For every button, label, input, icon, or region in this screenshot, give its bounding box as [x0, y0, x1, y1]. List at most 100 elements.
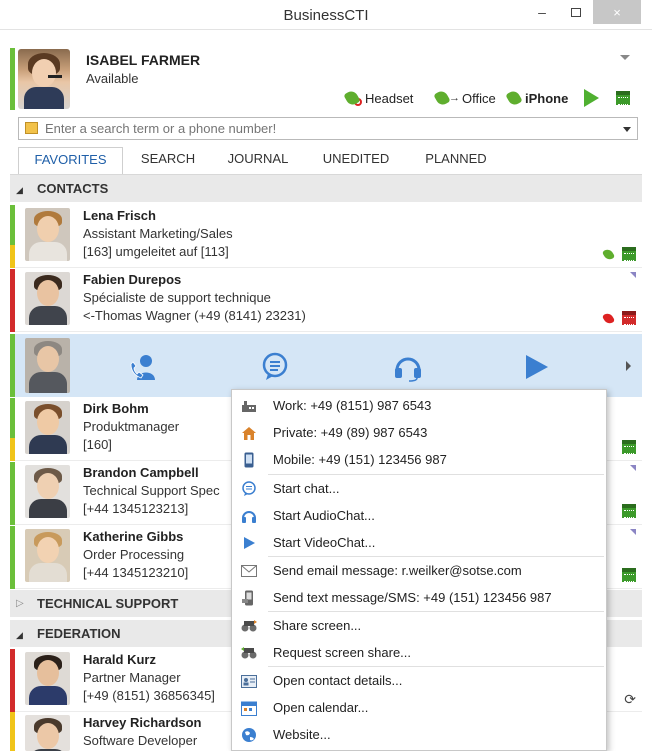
chat-button[interactable]: [260, 352, 290, 382]
avatar: [25, 208, 70, 261]
play-icon: [584, 89, 599, 107]
work-phone-icon: [241, 398, 257, 414]
menu-item-send-email[interactable]: Send email message: r.weilker@sotse.com: [232, 557, 606, 584]
contact-name: Dirk Bohm: [83, 401, 149, 416]
menu-item-label: Work: +49 (8151) 987 6543: [273, 398, 432, 413]
contact-row[interactable]: Lena Frisch Assistant Marketing/Sales [1…: [10, 205, 642, 268]
device-headset-label: Headset: [365, 90, 414, 106]
avatar: [25, 338, 70, 393]
contact-name: Lena Frisch: [83, 208, 156, 223]
audio-chat-button[interactable]: [393, 352, 423, 382]
calendar-icon: [622, 440, 636, 454]
tab-bar: FAVORITES SEARCH JOURNAL UNEDITED PLANNE…: [18, 147, 638, 174]
contact-info: <-Thomas Wagner (+49 (8141) 23231): [83, 308, 306, 323]
contact-role: Spécialiste de support technique: [83, 290, 271, 305]
tab-planned[interactable]: PLANNED: [413, 147, 499, 174]
contact-name: Harvey Richardson: [83, 715, 202, 730]
sync-icon: ⟳: [624, 691, 636, 707]
calendar-icon: [622, 504, 636, 518]
headset-icon: [241, 508, 257, 524]
menu-item-label: Start chat...: [273, 481, 340, 496]
menu-item-open-calendar[interactable]: Open calendar...: [232, 694, 606, 721]
sms-icon: [241, 590, 257, 606]
device-iphone[interactable]: iPhone: [505, 88, 568, 108]
home-icon: [241, 425, 257, 441]
more-actions-icon[interactable]: [626, 361, 631, 371]
tab-search[interactable]: SEARCH: [130, 147, 206, 174]
video-chat-button[interactable]: [520, 352, 550, 382]
contact-info: [+49 (8151) 36856345]: [83, 688, 215, 703]
expand-icon: ▷: [16, 598, 24, 609]
menu-item-send-sms[interactable]: Send text message/SMS: +49 (151) 123456 …: [232, 584, 606, 611]
calendar-icon: [622, 247, 636, 261]
corner-flag-icon: [630, 529, 636, 535]
search-dropdown-icon[interactable]: [623, 127, 631, 132]
video-button[interactable]: [584, 88, 599, 108]
contact-info: [+44 1345123210]: [83, 565, 189, 580]
close-button[interactable]: ×: [593, 0, 641, 24]
menu-item-start-chat[interactable]: Start chat...: [232, 475, 606, 502]
calendar-icon: [241, 700, 257, 716]
search-input[interactable]: [45, 120, 605, 137]
address-book-icon: [25, 122, 38, 134]
calendar-icon: [622, 568, 636, 582]
menu-item-call-mobile[interactable]: Mobile: +49 (151) 123456 987: [232, 446, 606, 473]
menu-item-open-contact-details[interactable]: Open contact details...: [232, 667, 606, 694]
request-screen-share-icon: [241, 645, 257, 661]
device-headset[interactable]: Headset: [343, 88, 414, 108]
selected-contact-actions[interactable]: [10, 334, 642, 397]
corner-flag-icon: [630, 465, 636, 471]
arrow-right-icon: →: [449, 92, 460, 104]
maximize-button[interactable]: [562, 0, 590, 24]
contact-name: Katherine Gibbs: [83, 529, 184, 544]
menu-item-label: Mobile: +49 (151) 123456 987: [273, 452, 447, 467]
play-icon: [241, 535, 257, 551]
menu-item-call-private[interactable]: Private: +49 (89) 987 6543: [232, 419, 606, 446]
menu-item-label: Request screen share...: [273, 645, 412, 660]
tab-favorites[interactable]: FAVORITES: [18, 147, 123, 174]
collapse-icon: ◢: [16, 185, 23, 195]
device-office-label: Office: [462, 90, 496, 106]
contact-info: [163] umgeleitet auf [113]: [83, 244, 229, 259]
contact-info: [160]: [83, 437, 112, 452]
search-box[interactable]: [18, 117, 638, 140]
menu-item-start-audiochat[interactable]: Start AudioChat...: [232, 502, 606, 529]
phone-icon: [505, 88, 523, 108]
phone-forward-icon: [601, 246, 616, 262]
menu-item-share-screen[interactable]: Share screen...: [232, 612, 606, 639]
contact-role: Partner Manager: [83, 670, 181, 685]
menu-item-label: Open contact details...: [273, 673, 403, 688]
calendar-icon: [616, 91, 630, 105]
contact-card-icon: [241, 673, 257, 689]
group-contacts[interactable]: ◢ CONTACTS: [10, 175, 642, 202]
device-office[interactable]: → Office: [433, 88, 496, 108]
chat-icon: [262, 352, 288, 380]
tab-journal[interactable]: JOURNAL: [218, 147, 298, 174]
avatar: [25, 401, 70, 454]
menu-item-website[interactable]: Website...: [232, 721, 606, 748]
contact-call-icon: [130, 355, 155, 380]
menu-item-start-videochat[interactable]: Start VideoChat...: [232, 529, 606, 556]
user-menu-caret-icon[interactable]: [620, 55, 630, 60]
menu-item-request-screen-share[interactable]: Request screen share...: [232, 639, 606, 666]
calendar-button[interactable]: [616, 88, 630, 108]
menu-item-call-work[interactable]: Work: +49 (8151) 987 6543: [232, 392, 606, 419]
tab-unedited[interactable]: UNEDITED: [314, 147, 398, 174]
share-screen-icon: [241, 618, 257, 634]
call-contact-button[interactable]: [128, 352, 158, 382]
contact-name: Brandon Campbell: [83, 465, 199, 480]
avatar: [25, 652, 70, 705]
menu-item-label: Private: +49 (89) 987 6543: [273, 425, 428, 440]
globe-icon: [241, 727, 257, 743]
contact-name: Harald Kurz: [83, 652, 156, 667]
menu-item-label: Website...: [273, 727, 331, 742]
minimize-button[interactable]: –: [528, 0, 556, 24]
mobile-phone-icon: [241, 452, 257, 468]
menu-item-label: Open calendar...: [273, 700, 369, 715]
user-avatar[interactable]: [18, 49, 70, 109]
collapse-icon: ◢: [16, 630, 23, 640]
contact-row[interactable]: Fabien Durepos Spécialiste de support te…: [10, 269, 642, 332]
user-presence-status[interactable]: Available: [86, 71, 139, 86]
contact-role: Software Developer: [83, 733, 198, 748]
contact-context-menu: Work: +49 (8151) 987 6543 Private: +49 (…: [231, 389, 607, 751]
